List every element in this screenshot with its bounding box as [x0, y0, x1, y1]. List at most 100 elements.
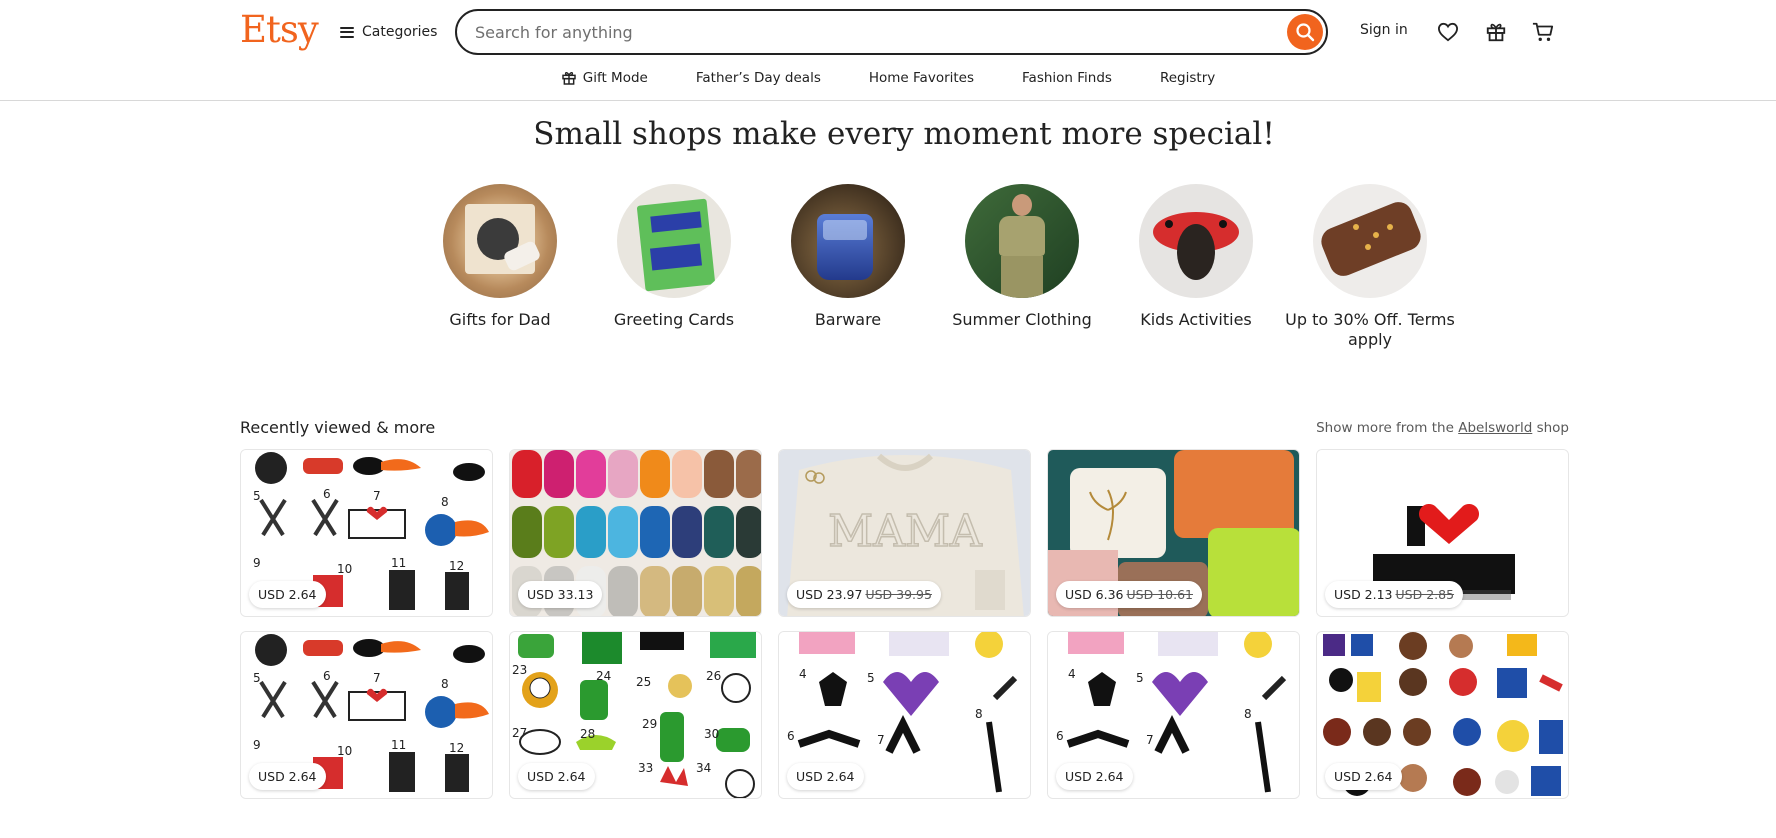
hero-title: Small shops make every moment more speci… [533, 116, 1275, 152]
svg-text:8: 8 [441, 495, 449, 509]
category-label: Barware [814, 310, 882, 329]
etsy-logo[interactable]: Etsy [240, 8, 319, 51]
listing-card[interactable]: 5 6 7 8 9 10 11 12 USD 2.64 [240, 449, 493, 617]
category-greeting-cards[interactable]: Greeting Cards [587, 184, 761, 330]
listing-card[interactable]: USD 2.64 [1316, 631, 1569, 799]
category-gifts-for-dad[interactable]: Gifts for Dad [413, 184, 587, 330]
category-summer-clothing[interactable]: Summer Clothing [935, 184, 1109, 330]
svg-text:11: 11 [391, 556, 406, 570]
svg-text:5: 5 [867, 671, 875, 685]
svg-text:25: 25 [636, 675, 651, 689]
svg-text:26: 26 [706, 669, 721, 683]
category-label: Kids Activities [1140, 310, 1252, 329]
favorites-button[interactable] [1433, 17, 1463, 47]
price: USD 2.13 [1334, 587, 1393, 602]
sign-in-link[interactable]: Sign in [1360, 22, 1408, 38]
original-price: USD 39.95 [865, 587, 932, 602]
listing-card[interactable]: 23 24 25 26 27 28 29 30 33 34 USD 2.64 [509, 631, 762, 799]
search-icon [1296, 23, 1315, 42]
subnav-fathers-day[interactable]: Father’s Day deals [672, 66, 845, 90]
svg-text:6: 6 [787, 729, 795, 743]
category-barware[interactable]: Barware [761, 184, 935, 330]
price: USD 2.64 [258, 587, 317, 602]
svg-text:MAMA: MAMA [828, 506, 983, 557]
svg-text:8: 8 [441, 677, 449, 691]
price-badge: USD 2.64 [518, 763, 595, 790]
svg-text:27: 27 [512, 726, 527, 740]
gift-shop-button[interactable] [1481, 17, 1511, 47]
svg-text:6: 6 [323, 669, 331, 683]
svg-text:5: 5 [253, 671, 261, 685]
price: USD 2.64 [1334, 769, 1393, 784]
category-image [965, 184, 1079, 298]
subnav-gift-mode[interactable]: Gift Mode [537, 66, 672, 90]
listing-card[interactable]: 4 5 8 6 7 USD 2.64 [778, 631, 1031, 799]
svg-text:5: 5 [253, 489, 261, 503]
svg-text:23: 23 [512, 663, 527, 677]
price-badge: USD 2.64 [249, 763, 326, 790]
gift-icon [1486, 23, 1506, 42]
cart-button[interactable] [1528, 17, 1558, 47]
cart-icon [1532, 22, 1554, 41]
price-badge: USD 23.97 USD 39.95 [787, 581, 941, 608]
subnav-label: Registry [1159, 70, 1216, 86]
category-deals[interactable]: Up to 30% Off. Terms apply [1283, 184, 1457, 350]
svg-text:10: 10 [337, 744, 352, 758]
price: USD 33.13 [527, 587, 594, 602]
price: USD 2.64 [1065, 769, 1124, 784]
svg-text:12: 12 [449, 741, 464, 755]
subnav-label: Home Favorites [868, 70, 975, 86]
category-image [617, 184, 731, 298]
price-badge: USD 2.64 [1056, 763, 1133, 790]
svg-text:9: 9 [253, 556, 261, 570]
heart-icon [1437, 22, 1459, 42]
svg-text:4: 4 [799, 667, 807, 681]
category-image [1313, 184, 1427, 298]
svg-text:7: 7 [1146, 733, 1154, 747]
subnav-registry[interactable]: Registry [1136, 66, 1239, 90]
subnav-label: Father’s Day deals [695, 70, 821, 86]
sub-navigation: Gift Mode Father’s Day deals Home Favori… [0, 66, 1776, 90]
price-badge: USD 33.13 [518, 581, 603, 608]
price-badge: USD 6.36 USD 10.61 [1056, 581, 1202, 608]
price-badge: USD 2.13 USD 2.85 [1325, 581, 1464, 608]
svg-text:24: 24 [596, 669, 611, 683]
search-bar [455, 9, 1328, 55]
subnav-fashion-finds[interactable]: Fashion Finds [998, 66, 1136, 90]
price: USD 2.64 [796, 769, 855, 784]
price: USD 2.64 [258, 769, 317, 784]
price-badge: USD 2.64 [787, 763, 864, 790]
price: USD 23.97 [796, 587, 863, 602]
svg-text:8: 8 [1244, 707, 1252, 721]
listing-card[interactable]: 5 6 7 8 9 10 11 12 USD 2.64 [240, 631, 493, 799]
categories-button[interactable]: Categories [340, 19, 437, 45]
original-price: USD 2.85 [1395, 587, 1455, 602]
listing-card[interactable]: USD 33.13 [509, 449, 762, 617]
listing-card[interactable]: 4 5 8 6 7 USD 2.64 [1047, 631, 1300, 799]
svg-text:30: 30 [704, 727, 719, 741]
search-input[interactable] [475, 17, 1326, 47]
original-price: USD 10.61 [1126, 587, 1193, 602]
category-label: Greeting Cards [613, 310, 735, 329]
menu-icon [340, 26, 354, 38]
subnav-home-favorites[interactable]: Home Favorites [845, 66, 998, 90]
category-kids-activities[interactable]: Kids Activities [1109, 184, 1283, 330]
svg-text:10: 10 [337, 562, 352, 576]
svg-text:5: 5 [1136, 671, 1144, 685]
listing-card[interactable]: MAMA USD 23.97 USD 39.95 [778, 449, 1031, 617]
gift-icon [562, 71, 576, 85]
shop-link[interactable]: Abelsworld [1458, 420, 1532, 436]
category-row: Gifts for Dad Greeting Cards Barware Sum… [413, 184, 1455, 354]
show-more-suffix: shop [1536, 420, 1569, 436]
svg-text:7: 7 [877, 733, 885, 747]
listing-card[interactable]: USD 2.13 USD 2.85 [1316, 449, 1569, 617]
svg-text:34: 34 [696, 761, 711, 775]
search-button[interactable] [1287, 14, 1323, 50]
svg-text:6: 6 [1056, 729, 1064, 743]
recently-viewed-title: Recently viewed & more [240, 418, 436, 437]
listing-card[interactable]: USD 6.36 USD 10.61 [1047, 449, 1300, 617]
svg-text:28: 28 [580, 727, 595, 741]
price: USD 2.64 [527, 769, 586, 784]
svg-text:12: 12 [449, 559, 464, 573]
svg-text:11: 11 [391, 738, 406, 752]
